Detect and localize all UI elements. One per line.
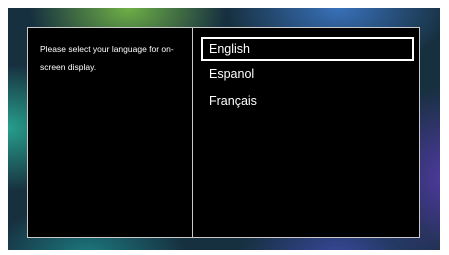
language-option-francais[interactable]: Français <box>201 90 414 114</box>
language-prompt-text: Please select your language for on-scree… <box>40 44 174 72</box>
panel-divider <box>192 28 193 237</box>
language-selection-dialog: Please select your language for on-scree… <box>27 27 420 238</box>
language-option-espanol[interactable]: Espanol <box>201 63 414 87</box>
language-option-english[interactable]: English <box>201 37 414 61</box>
tv-screen-background: Please select your language for on-scree… <box>8 8 440 250</box>
